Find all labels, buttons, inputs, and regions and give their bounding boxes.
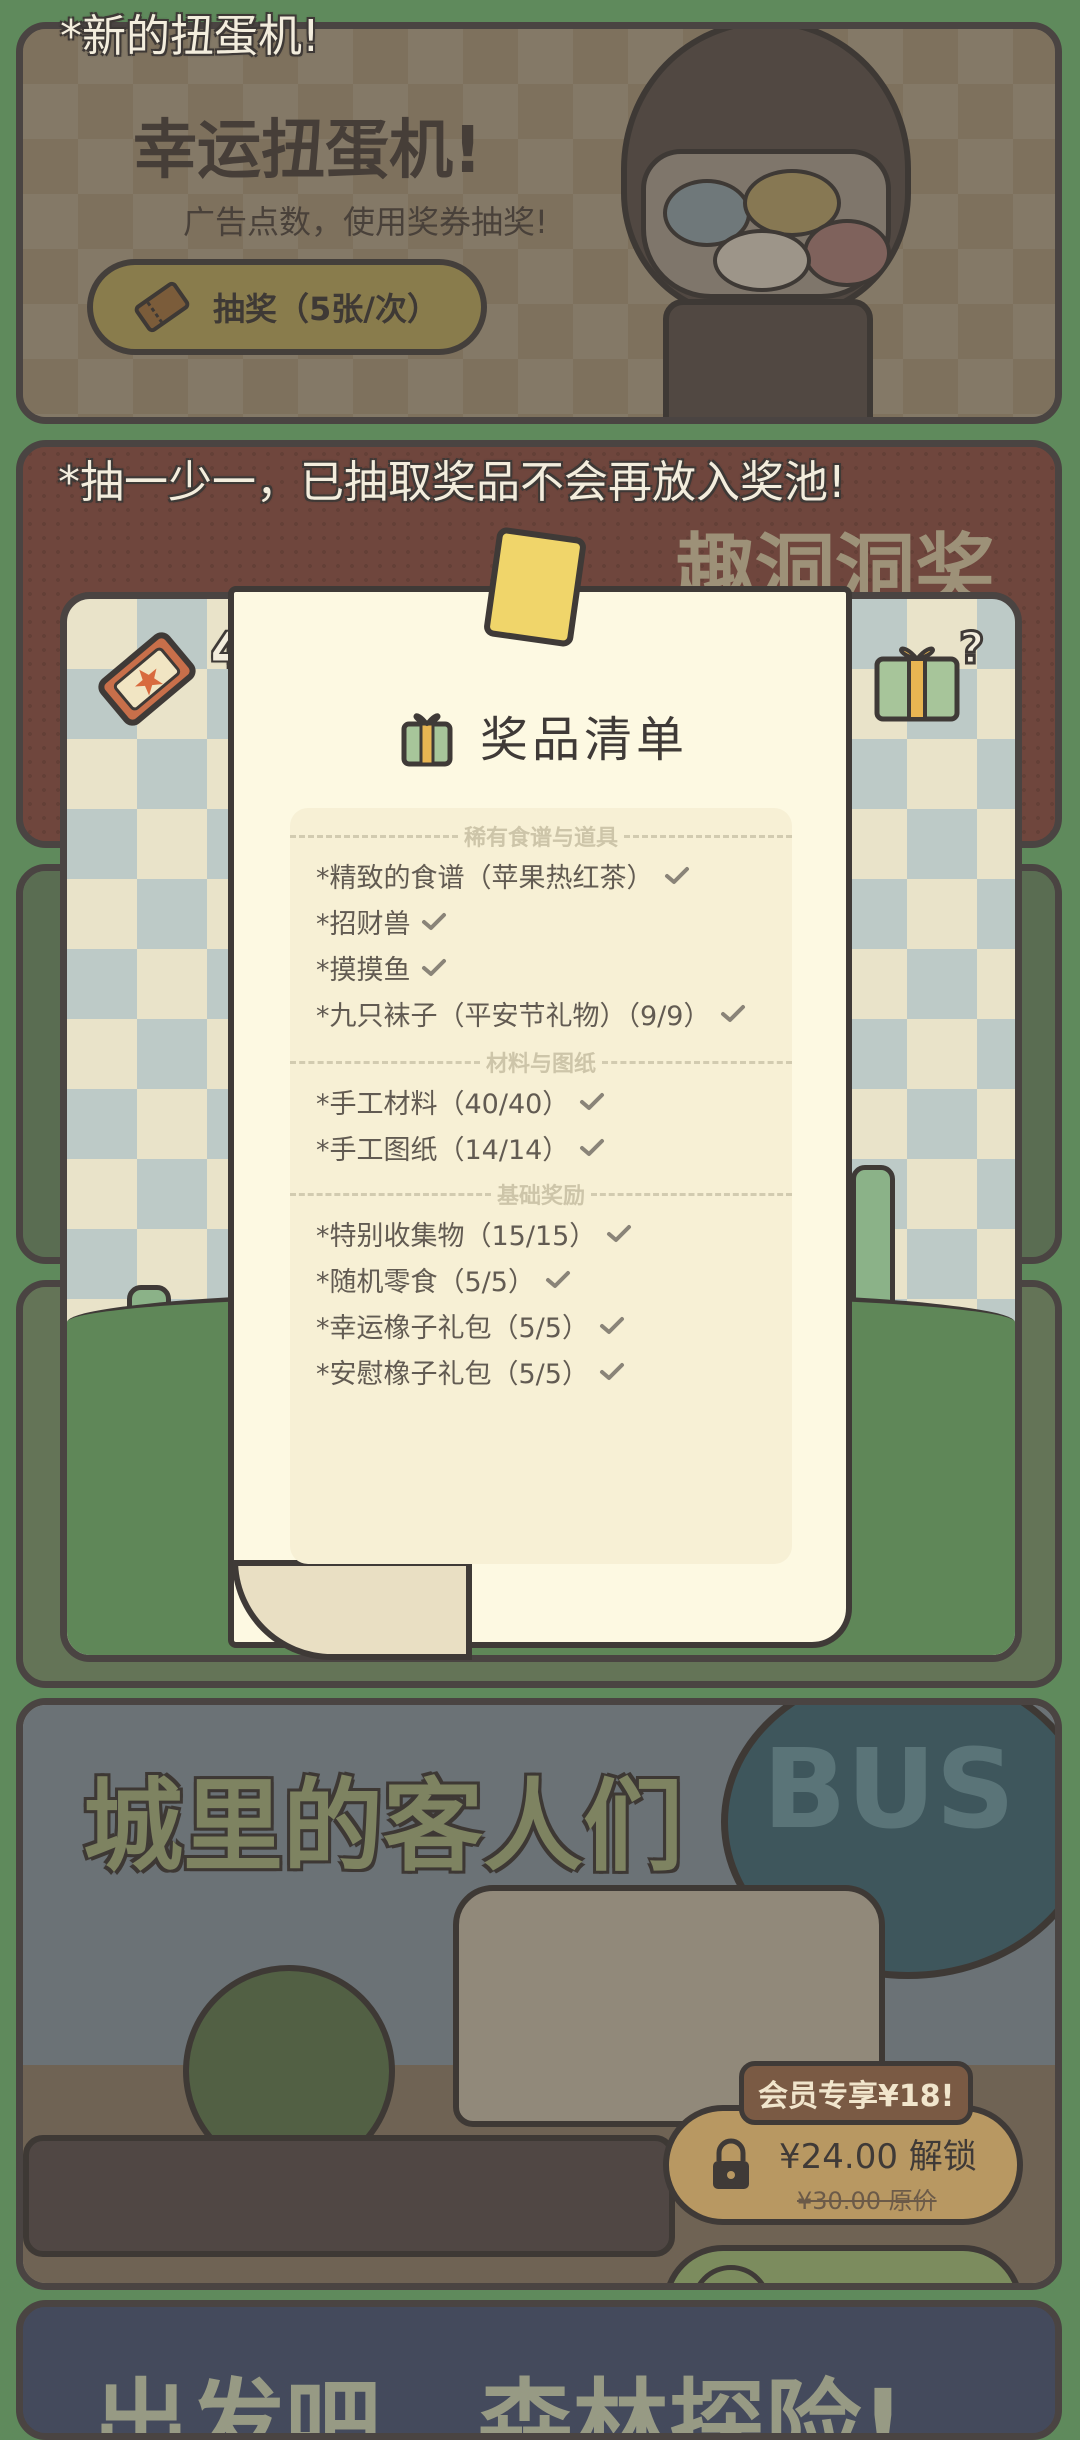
- rare-headline: *抽一少一，已抽取奖品不会再放入奖池!: [58, 457, 846, 508]
- ticket-icon: [98, 632, 196, 726]
- lock-icon: [713, 2138, 749, 2189]
- check-icon: [421, 912, 446, 930]
- check-icon: [607, 1224, 632, 1242]
- prize-item-label: *招财兽: [316, 909, 411, 940]
- prize-list-title-text: 奖品清单: [480, 712, 689, 768]
- section-header-label: 基础奖励: [497, 1184, 586, 1209]
- prize-item-label: *手工图纸（14/14）: [316, 1135, 570, 1166]
- prize-item: *随机零食（5/5）: [316, 1260, 571, 1299]
- prize-item-label: *精致的食谱（苹果热红茶）: [316, 863, 654, 894]
- gachapon-base: [663, 299, 873, 417]
- city-guests-card: BUS 城里的客人们 ¥24.00 解锁 ¥30.00 原价 会员专享¥18! …: [16, 1698, 1062, 2290]
- prize-item-label: *摸摸鱼: [316, 955, 411, 986]
- check-icon: [421, 958, 446, 976]
- capsule-ball: [713, 229, 811, 292]
- draw-button-label: 抽奖（5张/次）: [213, 290, 439, 328]
- section-header-label: 稀有食谱与道具: [464, 826, 619, 851]
- check-circle-icon: [691, 2265, 771, 2283]
- ticket-counter: 4: [87, 619, 244, 739]
- tape-decoration: [482, 526, 588, 648]
- check-icon: [580, 1092, 605, 1110]
- prize-list-title: 奖品清单: [400, 700, 688, 770]
- original-price: ¥30.00 原价: [797, 2187, 937, 2215]
- prize-item-label: *安慰橡子礼包（5/5）: [316, 1359, 589, 1390]
- member-price-badge: 会员专享¥18!: [739, 2061, 974, 2125]
- top-note: *新的扭蛋机!: [60, 11, 320, 62]
- prize-item: *幸运橡子礼包（5/5）: [316, 1306, 625, 1345]
- check-icon: [599, 1362, 624, 1380]
- lucky-gacha-card[interactable]: 幸运扭蛋机! 广告点数，使用奖券抽奖! 抽奖（5张/次）: [16, 22, 1062, 424]
- prize-item-label: *九只袜子（平安节礼物）（9/9）: [316, 1001, 711, 1032]
- prize-item-label: *手工材料（40/40）: [316, 1089, 570, 1120]
- unlocked-basic-pack-button[interactable]: 已解锁基础包: [663, 2245, 1023, 2283]
- section-header: 材料与图纸: [290, 1046, 793, 1078]
- prize-item-label: *特别收集物（15/15）: [316, 1221, 597, 1252]
- section-header: 稀有食谱与道具: [290, 820, 793, 852]
- prize-item: *手工图纸（14/14）: [316, 1128, 605, 1167]
- guests-title: 城里的客人们: [83, 1768, 683, 1885]
- prize-item: *安慰橡子礼包（5/5）: [316, 1352, 625, 1391]
- bus-sign-text: BUS: [762, 1725, 1015, 1853]
- prize-item-label: *幸运橡子礼包（5/5）: [316, 1313, 589, 1344]
- gift-help-icon[interactable]: ?: [871, 625, 991, 725]
- prize-item: *手工材料（40/40）: [316, 1082, 605, 1121]
- check-icon: [721, 1004, 746, 1022]
- prize-item: *摸摸鱼: [316, 948, 447, 987]
- prize-item: *精致的食谱（苹果热红茶）: [316, 856, 690, 895]
- forest-title: 出发吧，森林探险!: [93, 2369, 905, 2440]
- forest-adventure-card: 出发吧，森林探险!: [16, 2300, 1062, 2440]
- capsule-ball: [803, 219, 891, 287]
- check-icon: [599, 1316, 624, 1334]
- unlock-price: ¥24.00 解锁: [779, 2137, 977, 2177]
- gacha-subtitle: 广告点数，使用奖券抽奖!: [183, 203, 548, 241]
- check-icon: [545, 1270, 570, 1288]
- prize-item: *九只袜子（平安节礼物）（9/9）: [316, 994, 746, 1033]
- ticket-icon: [134, 281, 190, 333]
- prize-list: 稀有食谱与道具 *精致的食谱（苹果热红茶） *招财兽 *摸摸鱼 *九只袜子（平安…: [290, 808, 793, 1564]
- prize-item-label: *随机零食（5/5）: [316, 1267, 535, 1298]
- unlocked-basic-pack-label: 已解锁基础包: [789, 2282, 981, 2283]
- section-header: 基础奖励: [290, 1178, 793, 1210]
- draw-button[interactable]: 抽奖（5张/次）: [87, 259, 487, 355]
- check-icon: [580, 1138, 605, 1156]
- prize-item: *招财兽: [316, 902, 447, 941]
- prize-item: *特别收集物（15/15）: [316, 1214, 632, 1253]
- gift-icon: [401, 713, 453, 767]
- log-illustration: [23, 2135, 675, 2257]
- section-header-label: 材料与图纸: [486, 1052, 597, 1077]
- check-icon: [664, 866, 689, 884]
- gacha-title: 幸运扭蛋机!: [133, 114, 483, 188]
- svg-text:?: ?: [959, 625, 985, 674]
